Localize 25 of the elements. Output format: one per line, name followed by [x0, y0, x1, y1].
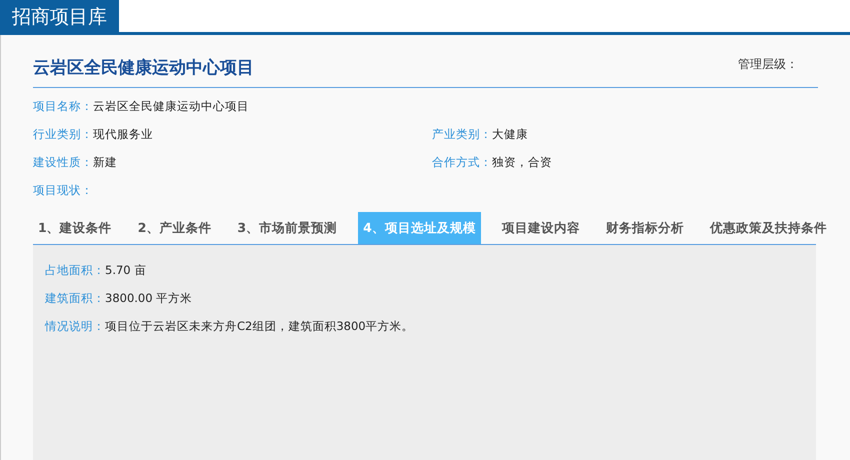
field-value: 项目位于云岩区未来方舟C2组团，建筑面积3800平方米。 — [105, 318, 414, 336]
field-label: 项目名称： — [33, 98, 93, 116]
field-label: 建筑面积： — [45, 290, 105, 308]
tab[interactable]: 2、产业条件 — [132, 212, 216, 244]
field-label: 占地面积： — [45, 262, 105, 280]
field-label: 建设性质： — [33, 154, 93, 172]
field-value: 现代服务业 — [93, 126, 153, 144]
tab[interactable]: 3、市场前景预测 — [232, 212, 342, 244]
field-value: 独资，合资 — [492, 154, 552, 172]
field-value: 大健康 — [492, 126, 528, 144]
tab[interactable]: 财务指标分析 — [600, 212, 689, 244]
field-label: 产业类别： — [432, 126, 492, 144]
field-label: 合作方式： — [432, 154, 492, 172]
field-label: 行业类别： — [33, 126, 93, 144]
tab[interactable]: 项目建设内容 — [496, 212, 585, 244]
project-title: 云岩区全民健康运动中心项目 — [33, 56, 254, 80]
tab[interactable]: 优惠政策及扶持条件 — [704, 212, 832, 244]
field-value: 3800.00 平方米 — [105, 290, 192, 308]
management-level-label: 管理层级： — [738, 56, 798, 73]
field-value: 新建 — [93, 154, 117, 172]
field-value: 云岩区全民健康运动中心项目 — [93, 98, 249, 116]
field-label: 项目现状： — [33, 182, 93, 200]
tab[interactable]: 1、建设条件 — [33, 212, 117, 244]
field-label: 情况说明： — [45, 318, 105, 336]
field-value: 5.70 亩 — [105, 262, 146, 280]
